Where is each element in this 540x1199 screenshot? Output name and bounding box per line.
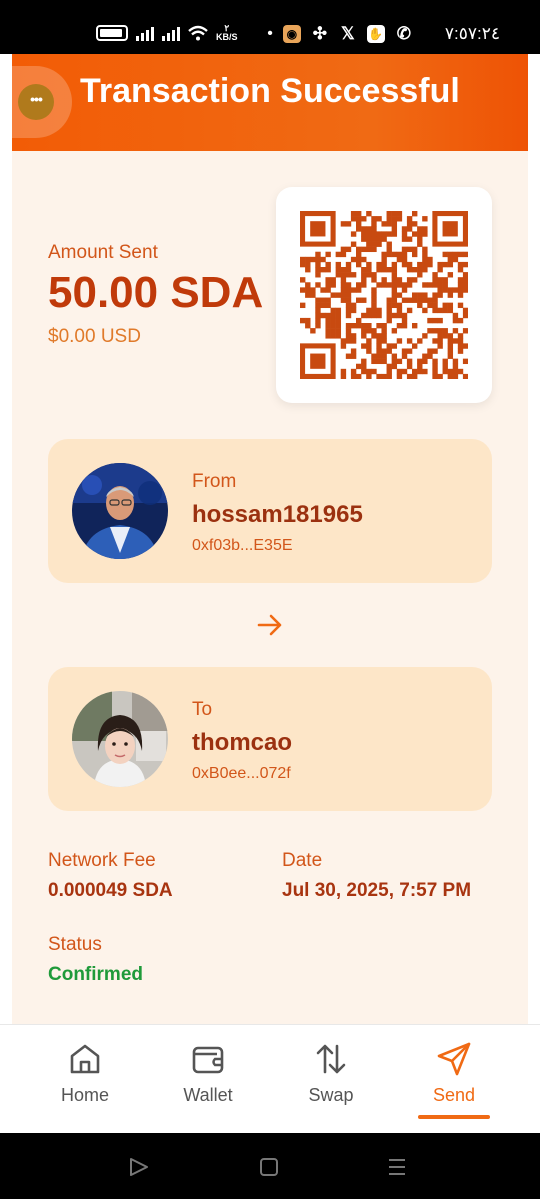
amount-usd: $0.00 USD <box>48 326 141 347</box>
to-label: To <box>192 699 213 720</box>
app-content: ••• Transaction Successful Amount Sent 5… <box>0 54 540 1024</box>
back-triangle-icon[interactable] <box>128 1157 150 1177</box>
amount-value: 50.00 SDA <box>48 268 264 317</box>
to-card[interactable]: To thomcao 0xB0ee...072f <box>48 667 492 811</box>
nav-send[interactable]: Send <box>394 1025 514 1134</box>
qr-card[interactable] <box>276 187 492 403</box>
network-speed: ٢ KB/S <box>216 23 238 42</box>
home-icon <box>70 1044 100 1074</box>
status-label: Status <box>48 934 102 955</box>
market-icon: ◉ <box>282 25 301 43</box>
swap-icon <box>316 1044 346 1074</box>
menu-handle[interactable]: ••• <box>0 66 72 138</box>
network-fee-label: Network Fee <box>48 850 156 871</box>
sender-avatar <box>72 463 168 559</box>
qr-code <box>300 211 468 379</box>
x-icon: 𝕏 <box>341 24 355 43</box>
sender-name: hossam181965 <box>192 501 363 528</box>
hand-icon: ✋ <box>366 25 385 43</box>
status-badge: Confirmed <box>48 964 143 985</box>
battery-icon <box>96 25 128 41</box>
send-icon <box>437 1042 471 1076</box>
notification-dot: • <box>267 25 273 42</box>
date-value: Jul 30, 2025, 7:57 PM <box>282 880 472 901</box>
nav-home[interactable]: Home <box>25 1025 145 1134</box>
page-title: Transaction Successful <box>80 72 460 110</box>
from-card[interactable]: From hossam181965 0xf03b...E35E <box>48 439 492 583</box>
nav-swap[interactable]: Swap <box>271 1025 391 1134</box>
status-right: • ◉ ✣ 𝕏 ✋ ✆ ٧:٥٧:٢٤ <box>267 24 500 44</box>
recents-menu-icon[interactable] <box>387 1157 407 1177</box>
status-left: ٢ KB/S <box>96 24 238 42</box>
nav-swap-label: Swap <box>308 1085 354 1105</box>
recipient-avatar <box>72 691 168 787</box>
recipient-address[interactable]: 0xB0ee...072f <box>192 765 291 783</box>
sender-address[interactable]: 0xf03b...E35E <box>192 537 293 555</box>
wallet-icon <box>192 1046 224 1074</box>
amount-label: Amount Sent <box>48 242 158 263</box>
wifi-icon <box>188 25 208 41</box>
status-bar: ٢ KB/S • ◉ ✣ 𝕏 ✋ ✆ ٧:٥٧:٢٤ <box>0 0 540 54</box>
system-nav-bar <box>0 1133 540 1199</box>
pinwheel-icon: ✣ <box>312 24 328 43</box>
arrow-right-icon <box>257 614 282 636</box>
nav-wallet-label: Wallet <box>183 1085 233 1105</box>
nav-wallet[interactable]: Wallet <box>148 1025 268 1134</box>
more-dots-icon[interactable]: ••• <box>18 84 54 120</box>
date-label: Date <box>282 850 323 871</box>
recipient-name: thomcao <box>192 729 293 756</box>
active-tab-indicator <box>418 1115 490 1119</box>
from-label: From <box>192 471 237 492</box>
network-fee-value: 0.000049 SDA <box>48 880 173 901</box>
nav-home-label: Home <box>60 1085 109 1105</box>
home-square-icon[interactable] <box>259 1157 279 1177</box>
signal-icon <box>136 25 154 41</box>
header: ••• Transaction Successful <box>0 54 528 151</box>
nav-send-label: Send <box>432 1085 476 1105</box>
whatsapp-icon: ✆ <box>396 24 412 43</box>
clock: ٧:٥٧:٢٤ <box>444 24 500 43</box>
bottom-nav: Home Wallet Swap Send <box>0 1024 540 1133</box>
signal-icon-2 <box>162 25 180 41</box>
transaction-screen: ••• Transaction Successful Amount Sent 5… <box>0 54 528 1024</box>
